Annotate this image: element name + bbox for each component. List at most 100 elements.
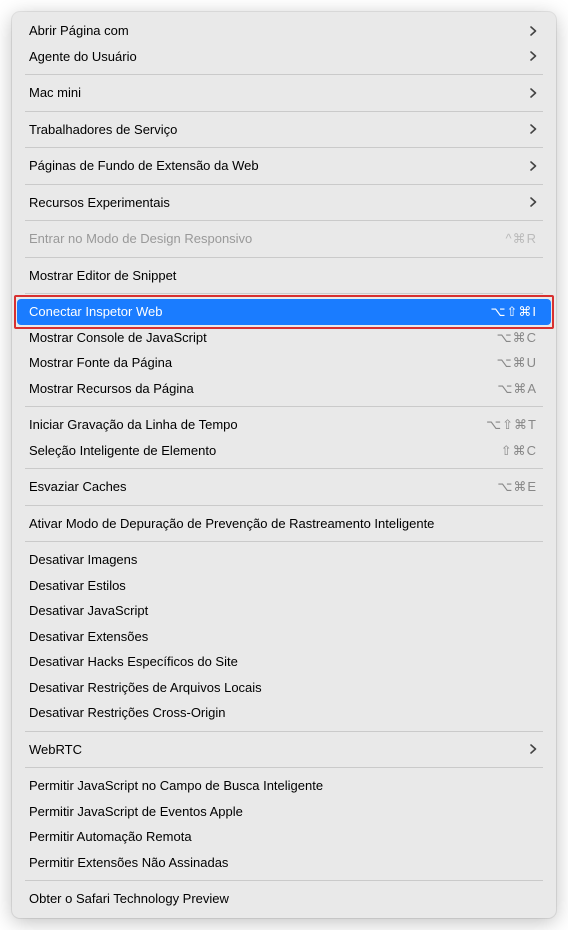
chevron-right-icon <box>530 197 537 207</box>
menu-item-webrtc[interactable]: WebRTC <box>17 737 551 763</box>
menu-item-shortcut: ⌥⌘E <box>497 477 537 497</box>
menu-item-tracking-debug[interactable]: Ativar Modo de Depuração de Prevenção de… <box>17 511 551 537</box>
menu-item-label: Permitir Automação Remota <box>29 827 537 847</box>
menu-item-label: Desativar Estilos <box>29 576 537 596</box>
menu-item-right: ⇧⌘C <box>501 441 537 461</box>
menu-item-label: Mostrar Recursos da Página <box>29 379 497 399</box>
menu-item-extension-bg[interactable]: Páginas de Fundo de Extensão da Web <box>17 153 551 179</box>
menu-item-disable-extensions[interactable]: Desativar Extensões <box>17 624 551 650</box>
menu-section: Desativar Imagens Desativar Estilos Desati… <box>17 546 551 727</box>
menu-item-disable-local-files[interactable]: Desativar Restrições de Arquivos Locais <box>17 675 551 701</box>
chevron-right-icon <box>530 744 537 754</box>
menu-item-shortcut: ⌥⌘C <box>497 328 537 348</box>
menu-item-service-workers[interactable]: Trabalhadores de Serviço <box>17 117 551 143</box>
menu-item-label: Iniciar Gravação da Linha de Tempo <box>29 415 486 435</box>
menu-item-label: Desativar Hacks Específicos do Site <box>29 652 537 672</box>
menu-section: WebRTC <box>17 736 551 764</box>
menu-section: Páginas de Fundo de Extensão da Web <box>17 152 551 180</box>
menu-section: Trabalhadores de Serviço <box>17 116 551 144</box>
menu-item-right <box>530 88 537 98</box>
menu-item-page-resources[interactable]: Mostrar Recursos da Página⌥⌘A <box>17 376 551 402</box>
menu-item-label: Recursos Experimentais <box>29 193 530 213</box>
menu-separator <box>25 767 543 768</box>
menu-section: Abrir Página com Agente do Usuário <box>17 17 551 70</box>
menu-item-label: Desativar JavaScript <box>29 601 537 621</box>
chevron-right-icon <box>530 51 537 61</box>
menu-separator <box>25 220 543 221</box>
menu-item-tech-preview[interactable]: Obter o Safari Technology Preview <box>17 886 551 912</box>
menu-item-label: Obter o Safari Technology Preview <box>29 889 537 909</box>
menu-item-label: Mac mini <box>29 83 530 103</box>
menu-item-right: ⌥⌘C <box>497 328 537 348</box>
menu-separator <box>25 74 543 75</box>
menu-section: Esvaziar Caches⌥⌘E <box>17 473 551 501</box>
menu-item-experimental[interactable]: Recursos Experimentais <box>17 190 551 216</box>
menu-item-right <box>530 197 537 207</box>
menu-item-label: Permitir Extensões Não Assinadas <box>29 853 537 873</box>
menu-item-right: ⌥⌘U <box>497 353 537 373</box>
menu-separator <box>25 293 543 294</box>
menu-separator <box>25 731 543 732</box>
menu-separator <box>25 505 543 506</box>
menu-item-timeline[interactable]: Iniciar Gravação da Linha de Tempo⌥⇧⌘T <box>17 412 551 438</box>
menu-item-label: Permitir JavaScript no Campo de Busca In… <box>29 776 537 796</box>
menu-item-label: Mostrar Editor de Snippet <box>29 266 537 286</box>
menu-section: Entrar no Modo de Design Responsivo^⌘R <box>17 225 551 253</box>
menu-item-label: Agente do Usuário <box>29 47 530 67</box>
menu-section: Recursos Experimentais <box>17 189 551 217</box>
menu-item-shortcut: ⌥⌘A <box>497 379 537 399</box>
menu-section: Permitir JavaScript no Campo de Busca In… <box>17 772 551 876</box>
menu-item-page-source[interactable]: Mostrar Fonte da Página⌥⌘U <box>17 350 551 376</box>
menu-item-shortcut: ^⌘R <box>506 229 538 249</box>
menu-item-element-select[interactable]: Seleção Inteligente de Elemento⇧⌘C <box>17 438 551 464</box>
menu-item-disable-js[interactable]: Desativar JavaScript <box>17 598 551 624</box>
menu-item-allow-js-search[interactable]: Permitir JavaScript no Campo de Busca In… <box>17 773 551 799</box>
menu-item-shortcut: ⌥⇧⌘I <box>491 302 538 322</box>
menu-item-disable-cross-origin[interactable]: Desativar Restrições Cross-Origin <box>17 700 551 726</box>
develop-menu: Abrir Página com Agente do Usuário Mac min… <box>12 12 556 918</box>
menu-item-label: Desativar Restrições de Arquivos Locais <box>29 678 537 698</box>
menu-item-snippet-editor[interactable]: Mostrar Editor de Snippet <box>17 263 551 289</box>
chevron-right-icon <box>530 124 537 134</box>
menu-item-shortcut: ⇧⌘C <box>501 441 537 461</box>
menu-separator <box>25 468 543 469</box>
chevron-right-icon <box>530 161 537 171</box>
chevron-right-icon <box>530 88 537 98</box>
menu-item-empty-caches[interactable]: Esvaziar Caches⌥⌘E <box>17 474 551 500</box>
menu-item-label: Ativar Modo de Depuração de Prevenção de… <box>29 514 537 534</box>
menu-item-right: ⌥⌘E <box>497 477 537 497</box>
menu-item-label: Mostrar Console de JavaScript <box>29 328 497 348</box>
menu-item-label: Entrar no Modo de Design Responsivo <box>29 229 506 249</box>
menu-item-js-console[interactable]: Mostrar Console de JavaScript⌥⌘C <box>17 325 551 351</box>
chevron-right-icon <box>530 26 537 36</box>
menu-separator <box>25 541 543 542</box>
menu-section: Mac mini <box>17 79 551 107</box>
menu-item-allow-unsigned-ext[interactable]: Permitir Extensões Não Assinadas <box>17 850 551 876</box>
menu-item-user-agent[interactable]: Agente do Usuário <box>17 44 551 70</box>
menu-item-right: ⌥⇧⌘I <box>491 302 538 322</box>
menu-separator <box>25 111 543 112</box>
menu-item-right <box>530 161 537 171</box>
menu-item-label: Desativar Restrições Cross-Origin <box>29 703 537 723</box>
menu-item-disable-styles[interactable]: Desativar Estilos <box>17 573 551 599</box>
menu-item-web-inspector[interactable]: Conectar Inspetor Web⌥⇧⌘I <box>17 299 551 325</box>
menu-item-open-with[interactable]: Abrir Página com <box>17 18 551 44</box>
menu-item-allow-remote-automation[interactable]: Permitir Automação Remota <box>17 824 551 850</box>
menu-item-right <box>530 26 537 36</box>
menu-item-shortcut: ⌥⇧⌘T <box>486 415 537 435</box>
menu-section: Ativar Modo de Depuração de Prevenção de… <box>17 510 551 538</box>
menu-item-right <box>530 51 537 61</box>
menu-item-label: Esvaziar Caches <box>29 477 497 497</box>
menu-item-disable-images[interactable]: Desativar Imagens <box>17 547 551 573</box>
menu-item-disable-site-hacks[interactable]: Desativar Hacks Específicos do Site <box>17 649 551 675</box>
menu-item-right: ⌥⇧⌘T <box>486 415 537 435</box>
menu-separator <box>25 406 543 407</box>
menu-item-allow-js-apple-events[interactable]: Permitir JavaScript de Eventos Apple <box>17 799 551 825</box>
menu-item-label: WebRTC <box>29 740 530 760</box>
menu-item-label: Mostrar Fonte da Página <box>29 353 497 373</box>
menu-section: Mostrar Editor de Snippet <box>17 262 551 290</box>
menu-item-label: Páginas de Fundo de Extensão da Web <box>29 156 530 176</box>
menu-item-label: Desativar Imagens <box>29 550 537 570</box>
menu-item-label: Desativar Extensões <box>29 627 537 647</box>
menu-item-mac-mini[interactable]: Mac mini <box>17 80 551 106</box>
